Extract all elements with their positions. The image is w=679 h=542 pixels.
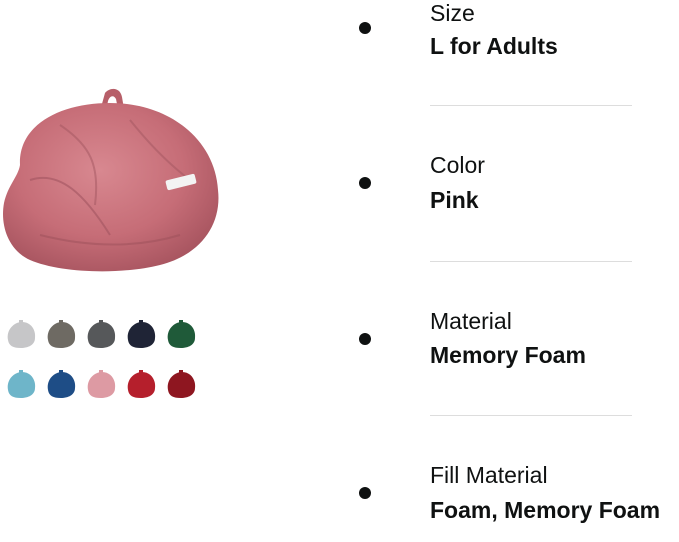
bullet-icon bbox=[359, 177, 371, 189]
spec-value: Foam, Memory Foam bbox=[430, 497, 661, 523]
spec-label: Fill Material bbox=[430, 462, 548, 488]
spec-item-size: Size L for Adults bbox=[356, 0, 679, 80]
bullet-icon bbox=[359, 333, 371, 345]
spec-label: Material bbox=[430, 308, 512, 334]
bullet-icon bbox=[359, 487, 371, 499]
bullet-icon bbox=[359, 22, 371, 34]
divider bbox=[430, 261, 632, 262]
spec-value: Pink bbox=[430, 187, 479, 213]
spec-label: Size bbox=[430, 0, 475, 26]
divider bbox=[430, 415, 632, 416]
spec-list: Size L for Adults Color Pink Material Me… bbox=[0, 0, 679, 525]
spec-item-color: Color Pink bbox=[356, 152, 679, 232]
spec-label: Color bbox=[430, 152, 485, 178]
divider bbox=[430, 105, 632, 106]
spec-item-material: Material Memory Foam bbox=[356, 308, 679, 388]
spec-item-fill-material: Fill Material Foam, Memory Foam bbox=[356, 462, 679, 542]
spec-value: Memory Foam bbox=[430, 342, 586, 368]
spec-value: L for Adults bbox=[430, 33, 558, 59]
